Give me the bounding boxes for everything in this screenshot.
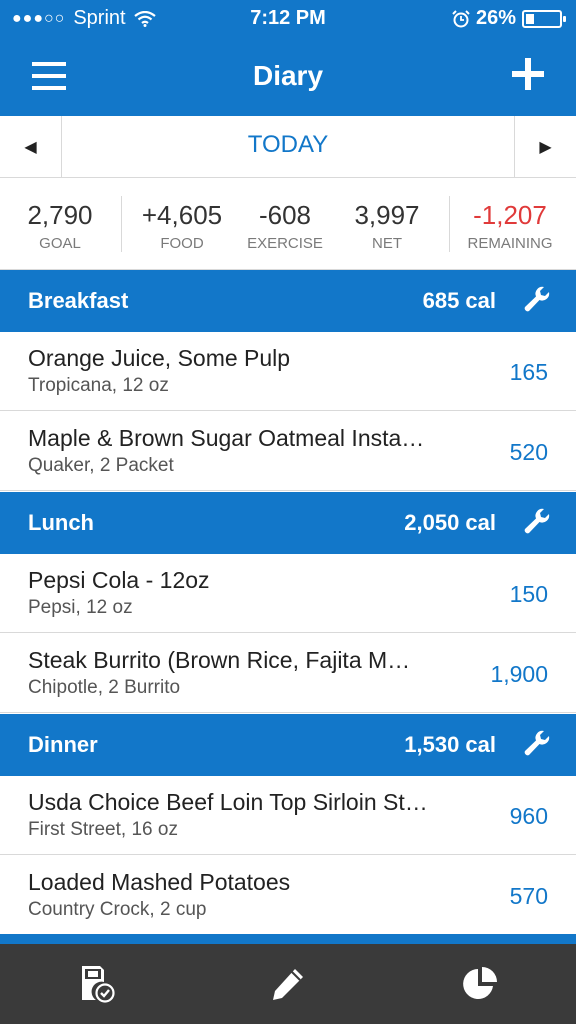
date-navigator: ◀ TODAY ▶: [0, 116, 576, 178]
tab-diary[interactable]: [0, 944, 192, 1024]
wrench-icon[interactable]: [522, 507, 552, 537]
next-day-button[interactable]: ▶: [514, 116, 576, 177]
food-item-name: Steak Burrito (Brown Rice, Fajita M…: [28, 647, 411, 673]
summary-divider: [121, 196, 122, 252]
food-item-description: Quaker, 2 Packet: [28, 455, 174, 476]
food-item-name: Orange Juice, Some Pulp: [28, 345, 291, 371]
food-item-calories: 520: [509, 439, 548, 465]
remaining-value: -1,207: [473, 200, 547, 230]
food-value: +4,605: [141, 200, 223, 230]
meal-name: Dinner: [28, 732, 98, 757]
exercise-value: -608: [258, 200, 312, 230]
pie-chart-icon: [463, 967, 497, 999]
summary-net: 3,997 NET: [342, 200, 432, 252]
meal-calories: 1,530 cal: [404, 732, 496, 757]
goal-value: 2,790: [27, 200, 93, 230]
food-item-name: Loaded Mashed Potatoes: [28, 869, 291, 895]
tab-reports[interactable]: [384, 944, 576, 1024]
food-item[interactable]: Pepsi Cola - 12oz Pepsi, 12 oz 150: [0, 554, 576, 633]
meal-calories: 685 cal: [422, 288, 496, 313]
meal-header-dinner[interactable]: Dinner 1,530 cal: [0, 714, 576, 776]
food-label: FOOD: [160, 235, 204, 252]
meal-calories: 2,050 cal: [404, 510, 496, 535]
page-title: Diary: [252, 60, 324, 91]
meal-header-breakfast[interactable]: Breakfast 685 cal: [0, 270, 576, 332]
food-item-calories: 165: [509, 359, 548, 385]
wrench-icon[interactable]: [522, 729, 552, 759]
nav-bar: Diary: [0, 38, 576, 116]
alarm-clock-icon: [452, 9, 470, 27]
status-bar: ●●●○○ Sprint 7:12 PM 26%: [0, 0, 576, 38]
food-item[interactable]: Steak Burrito (Brown Rice, Fajita M… Chi…: [0, 634, 576, 713]
food-item-description: Pepsi, 12 oz: [28, 597, 133, 618]
previous-day-button[interactable]: ◀: [0, 116, 62, 177]
food-item[interactable]: Usda Choice Beef Loin Top Sirloin St… Fi…: [0, 776, 576, 855]
food-item-description: Country Crock, 2 cup: [28, 899, 207, 920]
exercise-label: EXERCISE: [247, 235, 323, 252]
plus-icon[interactable]: [512, 58, 544, 90]
food-item-calories: 1,900: [490, 661, 548, 687]
summary-goal: 2,790 GOAL: [14, 200, 106, 252]
food-item[interactable]: Orange Juice, Some Pulp Tropicana, 12 oz…: [0, 332, 576, 411]
bottom-tab-bar: [0, 944, 576, 1024]
battery-icon: [522, 9, 566, 28]
food-item-description: Chipotle, 2 Burrito: [28, 677, 181, 698]
remaining-label: REMAINING: [467, 235, 553, 252]
food-item-calories: 570: [509, 883, 548, 909]
summary-divider: [449, 196, 450, 252]
food-item-name: Maple & Brown Sugar Oatmeal Insta…: [28, 425, 425, 451]
goal-label: GOAL: [39, 235, 81, 252]
meal-header-lunch[interactable]: Lunch 2,050 cal: [0, 492, 576, 554]
meal-name: Breakfast: [28, 288, 129, 313]
food-item[interactable]: Maple & Brown Sugar Oatmeal Insta… Quake…: [0, 412, 576, 491]
battery-level: [526, 13, 534, 24]
food-item-name: Pepsi Cola - 12oz: [28, 567, 210, 593]
battery-percent: 26%: [475, 7, 516, 29]
pencil-icon: [273, 969, 303, 1000]
food-item[interactable]: Loaded Mashed Potatoes Country Crock, 2 …: [0, 856, 576, 935]
summary-exercise: -608 EXERCISE: [240, 200, 330, 252]
current-date-label[interactable]: TODAY: [62, 131, 514, 159]
food-item-description: Tropicana, 12 oz: [28, 375, 169, 396]
food-item-calories: 960: [509, 803, 548, 829]
calorie-summary: 2,790 GOAL +4,605 FOOD -608 EXERCISE 3,9…: [0, 178, 576, 270]
wrench-icon[interactable]: [522, 285, 552, 315]
food-item-calories: 150: [509, 581, 548, 607]
summary-remaining: -1,207 REMAINING: [458, 200, 562, 252]
food-item-name: Usda Choice Beef Loin Top Sirloin St…: [28, 789, 428, 815]
meal-name: Lunch: [28, 510, 94, 535]
net-value: 3,997: [354, 200, 420, 230]
food-item-description: First Street, 16 oz: [28, 819, 178, 840]
tab-edit[interactable]: [192, 944, 384, 1024]
status-right: 26%: [452, 7, 566, 30]
diary-check-icon: [82, 966, 115, 1003]
net-label: NET: [372, 235, 402, 252]
next-meal-header-peek: [0, 934, 576, 944]
top-bar: ●●●○○ Sprint 7:12 PM 26% Diary: [0, 0, 576, 116]
summary-food: +4,605 FOOD: [130, 200, 234, 252]
